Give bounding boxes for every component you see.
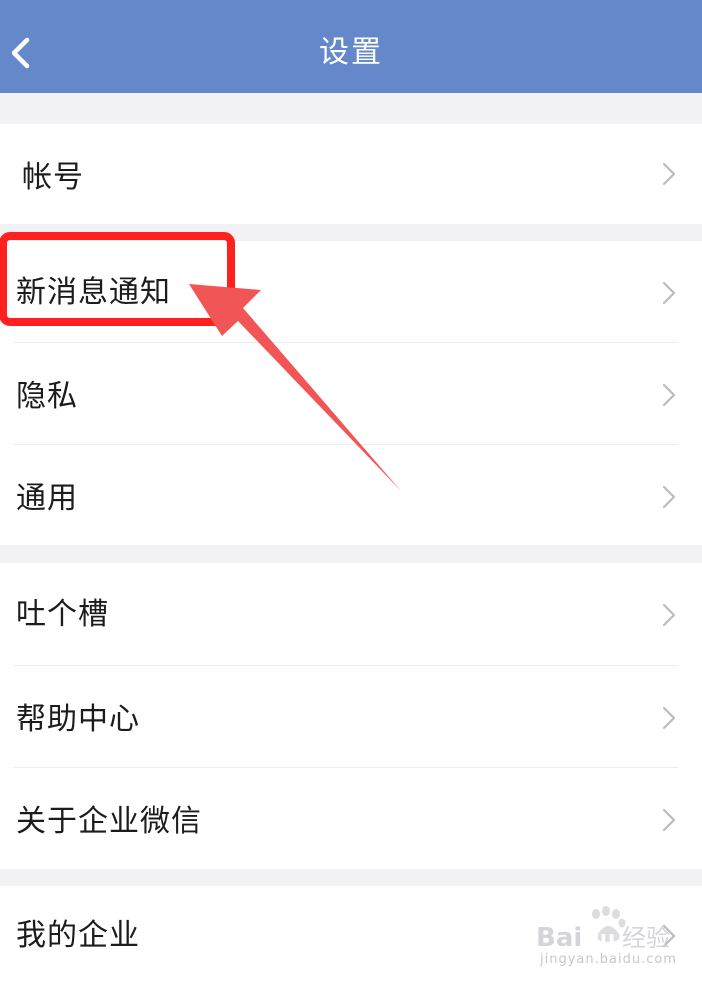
settings-item-label: 帮助中心 (16, 702, 140, 737)
settings-item-new-message-notification[interactable]: 新消息通知 (0, 241, 702, 342)
settings-group-enterprise: 我的企业 (0, 886, 702, 984)
settings-group-support: 吐个槽 帮助中心 关于企业微信 (0, 563, 702, 869)
settings-item-general[interactable]: 通用 (0, 445, 702, 545)
settings-group-general: 新消息通知 隐私 通用 (0, 241, 702, 545)
settings-item-help-center[interactable]: 帮助中心 (0, 666, 702, 767)
settings-item-label: 通用 (16, 481, 78, 516)
chevron-right-icon (662, 706, 676, 730)
settings-item-label: 我的企业 (16, 918, 140, 953)
chevron-right-icon (662, 162, 676, 186)
chevron-right-icon (662, 281, 676, 305)
settings-item-my-enterprise[interactable]: 我的企业 (0, 886, 702, 984)
settings-item-about[interactable]: 关于企业微信 (0, 768, 702, 869)
settings-group-account: 帐号 (0, 124, 702, 224)
settings-item-label: 关于企业微信 (16, 804, 202, 839)
settings-item-label: 吐个槽 (16, 597, 109, 632)
chevron-right-icon (662, 808, 676, 832)
chevron-right-icon (662, 603, 676, 627)
chevron-right-icon (662, 383, 676, 407)
chevron-right-icon (662, 924, 676, 948)
chevron-right-icon (662, 485, 676, 509)
settings-item-label: 新消息通知 (16, 275, 171, 310)
settings-item-label: 隐私 (16, 379, 78, 414)
settings-item-privacy[interactable]: 隐私 (0, 343, 702, 444)
settings-item-feedback[interactable]: 吐个槽 (0, 563, 702, 664)
page-title: 设置 (319, 35, 383, 70)
settings-item-account[interactable]: 帐号 (0, 124, 702, 224)
settings-item-label: 帐号 (22, 160, 84, 195)
nav-bar: 设置 (0, 0, 702, 93)
